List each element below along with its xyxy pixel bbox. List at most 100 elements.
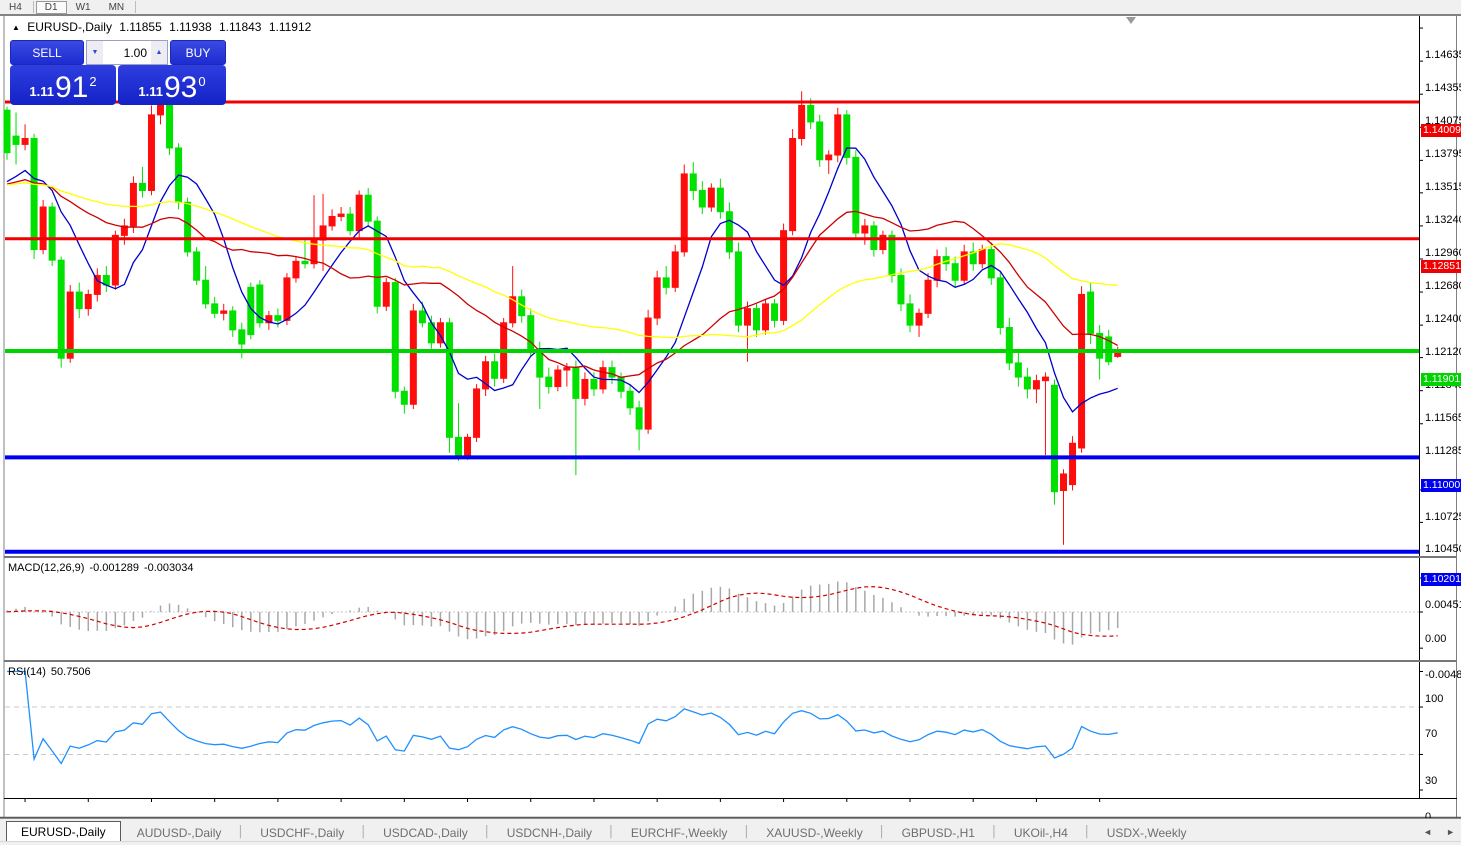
candle-body (636, 408, 642, 429)
price-level-tag: 1.11901 (1421, 373, 1461, 386)
candle-body (582, 379, 588, 398)
bar-high-value: 1.11938 (169, 20, 212, 34)
price-level-tag: 1.10201 (1421, 573, 1461, 586)
candle-body (356, 195, 362, 230)
candle-body (546, 377, 552, 386)
volume-up-button[interactable]: ▲ (151, 41, 167, 64)
candle-body (293, 261, 299, 278)
volume-input[interactable] (103, 41, 151, 64)
candle-body (275, 316, 281, 321)
candle-body (347, 214, 353, 231)
candle-body (781, 231, 787, 321)
candle-body (410, 311, 416, 404)
price-axis-label: 1.14635 (1425, 49, 1461, 61)
candlestick-chart-surface[interactable] (0, 14, 1461, 818)
chart-tab-usdcnh-daily[interactable]: USDCNH-,Daily (493, 824, 606, 842)
candle-body (772, 304, 778, 321)
rsi-axis-label: 100 (1425, 693, 1443, 705)
candle-body (663, 278, 669, 287)
buy-button[interactable]: BUY (170, 40, 226, 65)
macd-axis-label: 0.00 (1425, 633, 1446, 645)
candle-body (465, 437, 471, 455)
candle-body (627, 391, 633, 408)
candle-body (708, 188, 714, 207)
candle-body (85, 294, 91, 308)
price-axis-label: 1.12120 (1425, 346, 1461, 358)
candle-body (1033, 381, 1039, 389)
period-toolbar: H4 D1W1MN (0, 0, 1461, 14)
candle-body (374, 221, 380, 306)
candle-body (934, 257, 940, 281)
sell-price-display[interactable]: 1.11 91 2 (10, 65, 116, 105)
chart-tab-usdchf-daily[interactable]: USDCHF-,Daily (246, 824, 358, 842)
timeframe-button-d1[interactable]: D1 (36, 1, 67, 14)
chart-tab-xauusd-weekly[interactable]: XAUUSD-,Weekly (752, 824, 876, 842)
tab-scroll-left-icon[interactable]: ◄ (1423, 827, 1432, 837)
tab-scroll-right-icon[interactable]: ► (1446, 827, 1455, 837)
price-axis-label: 1.14355 (1425, 82, 1461, 94)
buy-price-display[interactable]: 1.11 93 0 (118, 65, 226, 105)
bar-close-value: 1.11912 (269, 20, 312, 34)
tab-divider: │ (743, 826, 750, 838)
candle-body (492, 362, 498, 379)
chart-tab-gbpusd-h1[interactable]: GBPUSD-,H1 (888, 824, 989, 842)
candle-body (826, 155, 832, 160)
price-axis-label: 1.12400 (1425, 313, 1461, 325)
candle-body (645, 318, 651, 429)
one-click-trading-panel: SELL ▼ ▲ BUY 1.11 91 2 1.11 93 0 (10, 40, 226, 104)
macd-axis-label: 0.004517 (1425, 599, 1461, 611)
candle-body (988, 250, 994, 278)
candle-body (419, 311, 425, 323)
candle-body (808, 105, 814, 122)
candle-body (573, 368, 579, 399)
candle-body (1079, 294, 1085, 448)
candle-body (726, 212, 732, 252)
volume-down-button[interactable]: ▼ (87, 41, 103, 64)
chart-window: ▲ EURUSD-,Daily 1.11855 1.11938 1.11843 … (0, 14, 1461, 818)
tab-scroll-buttons: ◄ ► (1423, 827, 1455, 837)
candle-body (338, 214, 344, 216)
chart-tab-ukoil-h4[interactable]: UKOil-,H4 (1000, 824, 1082, 842)
rsi-axis-label: 30 (1425, 775, 1437, 787)
price-axis-label: 1.13795 (1425, 148, 1461, 160)
sell-price-point: 2 (89, 74, 96, 89)
candle-body (699, 190, 705, 207)
price-level-tag: 1.12851 (1421, 260, 1461, 273)
candle-body (194, 252, 200, 280)
candle-body (401, 391, 407, 404)
candle-body (898, 276, 904, 304)
timeframe-button-mn[interactable]: MN (100, 1, 134, 14)
candle-body (1051, 385, 1057, 491)
candle-body (690, 174, 696, 191)
price-axis-label: 1.13240 (1425, 214, 1461, 226)
candle-body (889, 235, 895, 275)
sell-button[interactable]: SELL (10, 40, 84, 65)
chart-tab-audusd-daily[interactable]: AUDUSD-,Daily (123, 824, 236, 842)
candle-body (817, 122, 823, 160)
candle-body (76, 292, 82, 309)
chart-tab-eurchf-weekly[interactable]: EURCHF-,Weekly (617, 824, 741, 842)
candle-body (735, 252, 741, 325)
candle-body (185, 202, 191, 252)
chart-tab-usdx-weekly[interactable]: USDX-,Weekly (1093, 824, 1201, 842)
candle-body (609, 368, 615, 377)
candle-body (1024, 377, 1030, 389)
candle-body (835, 115, 841, 155)
chart-tab-eurusd-daily[interactable]: EURUSD-,Daily (6, 821, 121, 842)
timeframe-button-w1[interactable]: W1 (67, 1, 100, 14)
candle-body (203, 280, 209, 304)
candle-body (844, 115, 850, 158)
price-axis-label: 1.10450 (1425, 543, 1461, 555)
bar-open-value: 1.11855 (119, 20, 162, 34)
candle-body (284, 278, 290, 321)
collapse-panel-icon[interactable]: ▲ (12, 23, 20, 32)
candle-body (474, 389, 480, 437)
price-axis-label: 1.11285 (1425, 445, 1461, 457)
candle-body (1070, 443, 1076, 484)
timeframe-button-h4[interactable]: H4 (0, 1, 31, 14)
chart-tab-usdcad-daily[interactable]: USDCAD-,Daily (369, 824, 482, 842)
candle-body (212, 304, 218, 313)
rsi-indicator-label: RSI(14)50.7506 (8, 666, 96, 678)
chart-tabs-bar: EURUSD-,DailyAUDUSD-,Daily │ USDCHF-,Daily… (0, 818, 1461, 842)
macd-name: MACD(12,26,9) (8, 562, 84, 574)
